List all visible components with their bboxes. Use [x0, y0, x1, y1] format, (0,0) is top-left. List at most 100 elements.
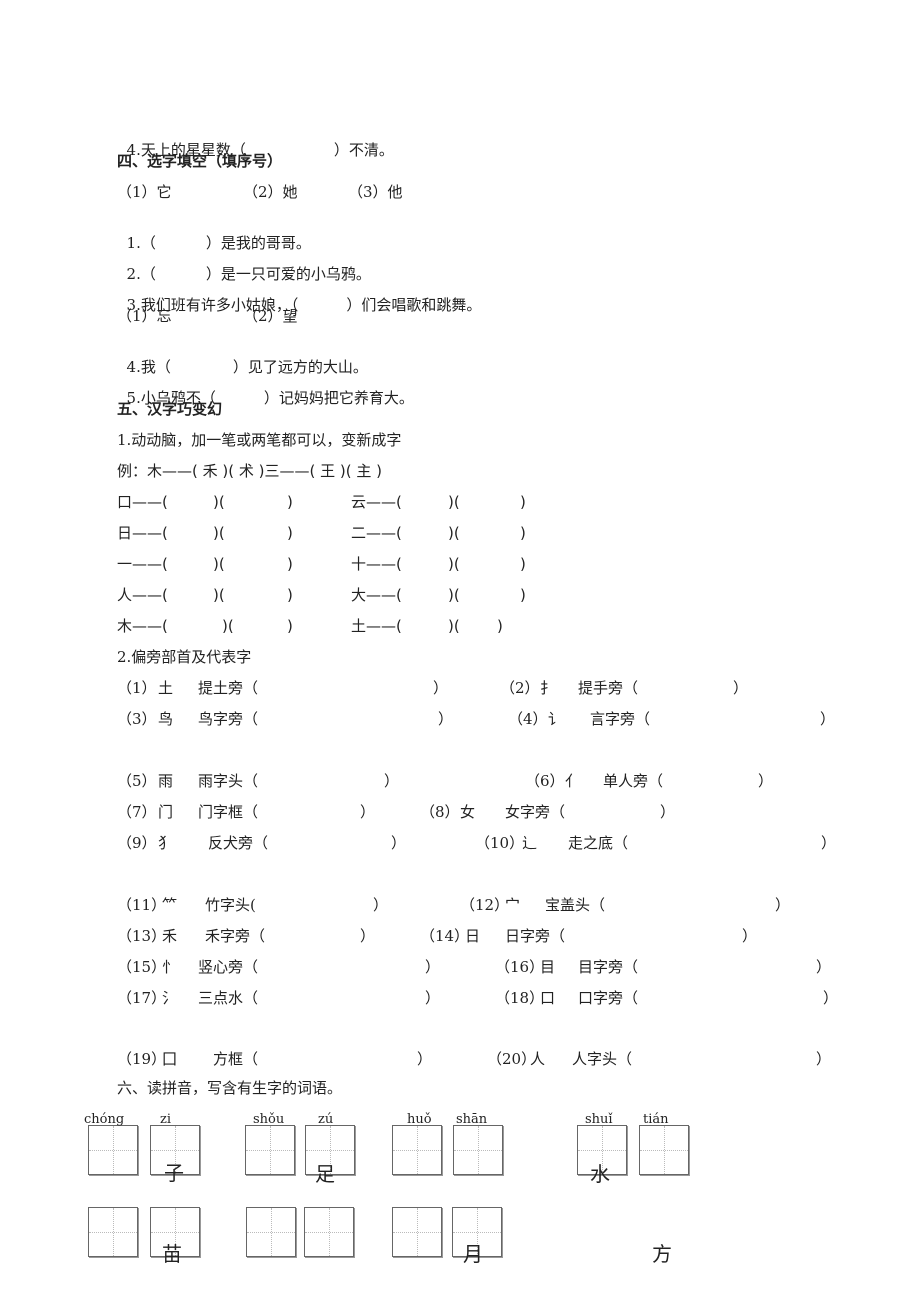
paren-mid: )(: [448, 524, 460, 542]
answer-blank[interactable]: [175, 492, 215, 512]
paren-close: ): [497, 617, 503, 635]
answer-blank[interactable]: [410, 585, 450, 605]
paren-mid: )(: [213, 586, 225, 604]
radical-number: （20）: [487, 1050, 537, 1068]
radical-name: 提土旁（: [198, 679, 259, 697]
radical-glyph: 土: [158, 679, 174, 697]
hint-character: 方: [652, 1242, 672, 1266]
answer-blank[interactable]: [468, 492, 518, 512]
writing-grid-box[interactable]: [392, 1125, 442, 1175]
char-row-right: 云——(: [351, 493, 402, 511]
answer-blank[interactable]: [258, 802, 356, 822]
writing-grid-box[interactable]: [639, 1125, 689, 1175]
radical-name: 女字旁（: [505, 803, 566, 821]
paren-close: ）: [775, 896, 791, 914]
paren-close: ）: [360, 927, 376, 945]
paren-close: ）: [816, 1050, 832, 1068]
answer-blank[interactable]: [410, 523, 450, 543]
answer-blank[interactable]: [468, 616, 518, 636]
radical-glyph: 女: [460, 803, 476, 821]
char-row-right: 二——(: [351, 524, 402, 542]
answer-blank[interactable]: [175, 616, 215, 636]
writing-grid-box[interactable]: [304, 1207, 354, 1257]
char-row-left: 一——(: [117, 555, 168, 573]
writing-grid-box[interactable]: [88, 1207, 138, 1257]
answer-blank[interactable]: [410, 616, 450, 636]
question-text: ）记妈妈把它养育大。: [263, 389, 414, 407]
radical-name: 人字头（: [572, 1050, 633, 1068]
radical-name: 反犬旁（: [208, 834, 269, 852]
paren-mid: )(: [213, 493, 225, 511]
answer-blank[interactable]: [235, 585, 285, 605]
paren-close: ）: [417, 1050, 433, 1068]
answer-blank[interactable]: [235, 492, 285, 512]
answer-blank[interactable]: [235, 523, 285, 543]
radical-glyph: 口: [540, 989, 556, 1007]
answer-blank[interactable]: [410, 554, 450, 574]
hint-character: 苗: [162, 1242, 182, 1266]
radical-name: 单人旁（: [603, 772, 664, 790]
paren-close: ）: [821, 834, 837, 852]
radical-name: 禾字旁（: [205, 927, 266, 945]
paren-close: ): [520, 524, 526, 542]
answer-blank[interactable]: [565, 926, 738, 946]
paren-mid: )(: [448, 617, 460, 635]
paren-close: ）: [820, 710, 836, 728]
radical-name: 口字旁（: [578, 989, 639, 1007]
answer-blank[interactable]: [175, 585, 215, 605]
answer-blank[interactable]: [175, 554, 215, 574]
answer-blank[interactable]: [258, 771, 380, 791]
answer-blank[interactable]: [265, 926, 356, 946]
answer-blank[interactable]: [632, 1049, 812, 1069]
paren-close: ): [287, 617, 293, 635]
answer-blank[interactable]: [258, 709, 434, 729]
radical-glyph: 目: [540, 958, 556, 976]
answer-blank[interactable]: [663, 771, 754, 791]
radical-number: （17）: [117, 989, 167, 1007]
paren-close: ）: [733, 679, 749, 697]
answer-blank[interactable]: [235, 616, 285, 636]
char-row-right: 大——(: [351, 586, 402, 604]
answer-blank[interactable]: [638, 678, 729, 698]
answer-blank[interactable]: [638, 988, 819, 1008]
radical-glyph: 日: [465, 927, 481, 945]
radical-number: （18）: [495, 989, 545, 1007]
writing-grid-box[interactable]: [245, 1125, 295, 1175]
radical-name: 门字框（: [198, 803, 259, 821]
radical-name: 三点水（: [198, 989, 259, 1007]
radical-glyph: 鸟: [158, 710, 174, 728]
radical-glyph: 雨: [158, 772, 174, 790]
answer-blank[interactable]: [175, 523, 215, 543]
writing-grid-box[interactable]: [453, 1125, 503, 1175]
hint-character: 子: [164, 1161, 184, 1185]
answer-blank[interactable]: [265, 895, 369, 915]
answer-blank[interactable]: [605, 895, 771, 915]
answer-blank[interactable]: [468, 554, 518, 574]
pinyin-label: shuǐ: [585, 1112, 613, 1127]
answer-blank[interactable]: [235, 554, 285, 574]
paren-close: ): [287, 555, 293, 573]
answer-blank[interactable]: [268, 833, 387, 853]
answer-blank[interactable]: [468, 585, 518, 605]
radical-number: （3）: [117, 710, 157, 728]
writing-grid-box[interactable]: [88, 1125, 138, 1175]
radical-number: （9）: [117, 834, 157, 852]
answer-blank[interactable]: [273, 1049, 413, 1069]
writing-grid-box[interactable]: [392, 1207, 442, 1257]
answer-blank[interactable]: [258, 988, 421, 1008]
pinyin-label: shǒu: [253, 1112, 285, 1127]
option: （1）忘: [117, 307, 172, 325]
answer-blank[interactable]: [628, 833, 817, 853]
writing-grid-box[interactable]: [246, 1207, 296, 1257]
answer-blank[interactable]: [565, 802, 656, 822]
answer-blank[interactable]: [258, 957, 421, 977]
answer-blank[interactable]: [468, 523, 518, 543]
answer-blank[interactable]: [650, 709, 816, 729]
char-row-left: 口——(: [117, 493, 168, 511]
answer-blank[interactable]: [638, 957, 812, 977]
answer-blank[interactable]: [258, 678, 429, 698]
paren-close: ）: [373, 896, 389, 914]
answer-blank[interactable]: [410, 492, 450, 512]
paren-close: ）: [391, 834, 407, 852]
paren-close: ): [287, 586, 293, 604]
